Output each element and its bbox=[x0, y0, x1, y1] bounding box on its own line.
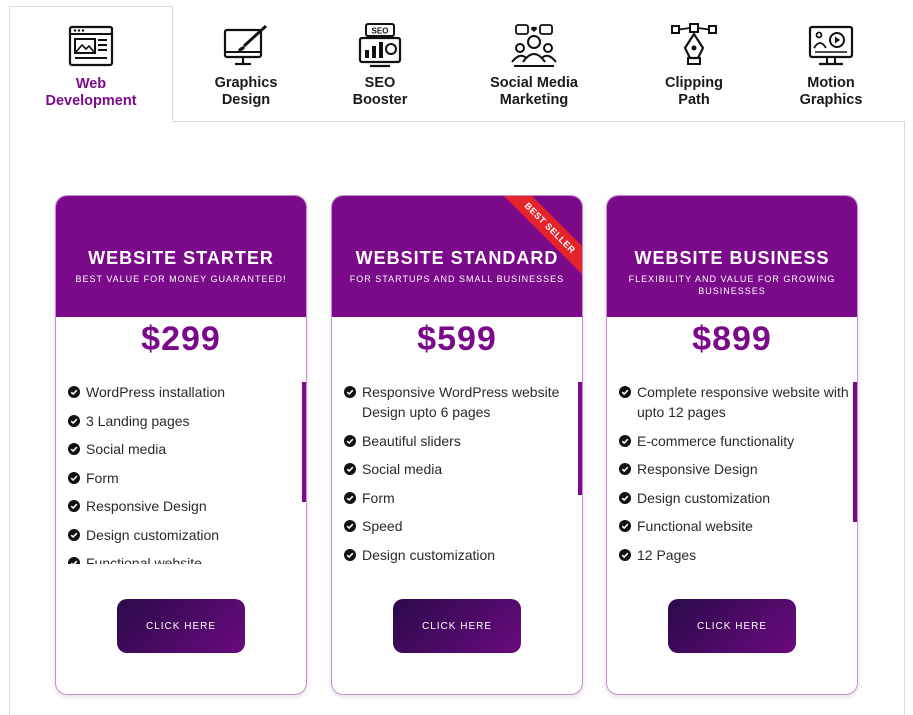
feature-item: Design customization bbox=[619, 488, 855, 508]
check-circle-icon bbox=[68, 471, 80, 484]
tab-seo-booster[interactable]: SEO SEO Booster bbox=[330, 6, 430, 122]
feature-item: Speed bbox=[344, 516, 580, 536]
tab-graphics-design[interactable]: Graphics Design bbox=[194, 6, 298, 122]
graphics-design-icon bbox=[223, 24, 268, 66]
feature-item: E-commerce functionality bbox=[619, 431, 855, 451]
plan-subtitle: FOR STARTUPS AND SMALL BUSINESSES bbox=[349, 274, 565, 284]
feature-list-scrollbar[interactable] bbox=[302, 382, 306, 502]
tab-label: SEO Booster bbox=[352, 75, 408, 108]
card-header: WEBSITE STARTER BEST VALUE FOR MONEY GUA… bbox=[56, 196, 306, 317]
check-circle-icon bbox=[68, 557, 80, 564]
motion-graphics-icon bbox=[808, 25, 854, 66]
check-circle-icon bbox=[68, 528, 80, 541]
plan-title: WEBSITE STARTER bbox=[88, 248, 274, 268]
check-circle-icon bbox=[68, 500, 80, 512]
feature-item: Design customization bbox=[68, 525, 304, 545]
tab-social-media-marketing[interactable]: Social Media Marketing bbox=[474, 6, 594, 122]
feature-list[interactable]: WordPress installation 3 Landing pages S… bbox=[68, 382, 304, 564]
tab-web-development[interactable]: Web Development bbox=[9, 6, 173, 122]
service-tabs: Web Development Graphics Design SEO SEO … bbox=[0, 0, 913, 122]
plan-title: WEBSITE BUSINESS bbox=[634, 248, 830, 268]
feature-item: Form bbox=[344, 488, 580, 508]
seo-booster-icon: SEO bbox=[358, 23, 402, 68]
tab-label: Motion Graphics bbox=[799, 75, 863, 108]
feature-list[interactable]: Responsive WordPress website Design upto… bbox=[344, 382, 580, 564]
svg-text:SEO: SEO bbox=[372, 27, 389, 36]
check-circle-icon bbox=[344, 548, 356, 561]
check-circle-icon bbox=[344, 491, 356, 504]
check-circle-icon bbox=[344, 434, 356, 447]
web-development-icon bbox=[68, 25, 114, 67]
feature-item: 3 Landing pages bbox=[68, 411, 304, 431]
feature-list[interactable]: Complete responsive website with upto 12… bbox=[619, 382, 855, 564]
plan-price: $899 bbox=[692, 320, 772, 358]
tab-clipping-path[interactable]: Clipping Path bbox=[644, 6, 744, 122]
plan-title: WEBSITE STANDARD bbox=[355, 248, 559, 268]
check-circle-icon bbox=[344, 463, 356, 475]
feature-item: Responsive Design bbox=[68, 496, 304, 516]
social-media-icon bbox=[511, 24, 557, 67]
feature-item: Complete responsive website with upto 12… bbox=[619, 382, 855, 422]
check-circle-icon bbox=[619, 463, 631, 475]
check-circle-icon bbox=[68, 414, 80, 427]
feature-item: Social media bbox=[344, 459, 580, 479]
feature-item: Responsive Design bbox=[619, 459, 855, 479]
plan-price: $599 bbox=[417, 320, 497, 358]
tab-label: Graphics Design bbox=[214, 75, 278, 108]
check-circle-icon bbox=[344, 386, 356, 398]
feature-item: Beautiful sliders bbox=[344, 431, 580, 451]
tab-motion-graphics[interactable]: Motion Graphics bbox=[781, 6, 881, 122]
check-circle-icon bbox=[619, 434, 631, 447]
feature-list-scrollbar[interactable] bbox=[578, 382, 582, 495]
click-here-button[interactable]: CLICK HERE bbox=[117, 599, 245, 653]
feature-item: Social media bbox=[68, 439, 304, 459]
feature-item: Functional website bbox=[619, 516, 855, 536]
feature-item: Form bbox=[68, 468, 304, 488]
check-circle-icon bbox=[619, 520, 631, 532]
plan-subtitle: FLEXIBILITY AND VALUE FOR GROWING BUSINE… bbox=[628, 274, 836, 296]
card-header: WEBSITE BUSINESS FLEXIBILITY AND VALUE F… bbox=[607, 196, 857, 317]
clipping-path-icon bbox=[671, 23, 717, 65]
check-circle-icon bbox=[68, 386, 80, 398]
pricing-card-starter: WEBSITE STARTER BEST VALUE FOR MONEY GUA… bbox=[55, 195, 307, 695]
check-circle-icon bbox=[619, 548, 631, 561]
click-here-button[interactable]: CLICK HERE bbox=[668, 599, 796, 653]
pricing-card-business: WEBSITE BUSINESS FLEXIBILITY AND VALUE F… bbox=[606, 195, 858, 695]
feature-item: 12 Pages bbox=[619, 545, 855, 565]
tab-label: Web Development bbox=[45, 76, 137, 109]
tab-label: Clipping Path bbox=[665, 75, 723, 108]
click-here-button[interactable]: CLICK HERE bbox=[393, 599, 521, 653]
feature-item: WordPress installation bbox=[68, 382, 304, 402]
check-circle-icon bbox=[344, 520, 356, 532]
tab-label: Social Media Marketing bbox=[490, 75, 578, 108]
feature-item: Functional website bbox=[68, 553, 304, 564]
feature-item: Design customization bbox=[344, 545, 580, 565]
check-circle-icon bbox=[68, 443, 80, 455]
plan-price: $299 bbox=[141, 320, 221, 358]
check-circle-icon bbox=[619, 386, 631, 398]
check-circle-icon bbox=[619, 491, 631, 504]
plan-subtitle: BEST VALUE FOR MONEY GUARANTEED! bbox=[75, 274, 287, 284]
feature-list-scrollbar[interactable] bbox=[853, 382, 857, 522]
feature-item: Responsive WordPress website Design upto… bbox=[344, 382, 580, 422]
pricing-card-standard: WEBSITE STANDARD FOR STARTUPS AND SMALL … bbox=[331, 195, 583, 695]
